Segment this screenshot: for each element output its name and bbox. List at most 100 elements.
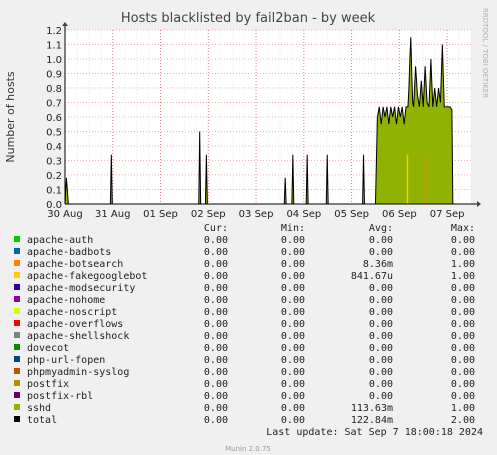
- col-min: Min:: [281, 223, 305, 234]
- legend-cur-postfix: 0.00: [204, 379, 228, 390]
- legend-avg-postfix: 0.00: [369, 379, 393, 390]
- legend-max-sshd: 1.00: [451, 403, 475, 414]
- legend-avg-sshd: 113.63m: [351, 403, 393, 414]
- legend-min-sshd: 0.00: [281, 403, 305, 414]
- chart: Hosts blacklisted by fail2ban - by week …: [0, 0, 497, 455]
- legend-name-apache-noscript: apache-noscript: [27, 307, 117, 318]
- chart-title: Hosts blacklisted by fail2ban - by week: [121, 11, 376, 26]
- legend-cur-apache-modsecurity: 0.00: [204, 283, 228, 294]
- legend-max-apache-auth: 0.00: [451, 235, 475, 246]
- legend-avg-phpmyadmin-syslog: 0.00: [369, 367, 393, 378]
- y-axis-label: Number of hosts: [4, 71, 17, 163]
- legend-min-apache-badbots: 0.00: [281, 247, 305, 258]
- legend-avg-apache-auth: 0.00: [369, 235, 393, 246]
- y-tick-label: 0.9: [46, 70, 62, 81]
- legend-swatch-apache-fakegooglebot: [14, 272, 20, 278]
- legend-max-php-url-fopen: 0.00: [451, 355, 475, 366]
- y-tick-label: 0.3: [46, 157, 62, 168]
- last-update: Last update: Sat Sep 7 18:00:18 2024: [266, 427, 483, 438]
- legend-avg-apache-overflows: 0.00: [369, 319, 393, 330]
- col-avg: Avg:: [369, 223, 393, 234]
- legend-cur-apache-shellshock: 0.00: [204, 331, 228, 342]
- y-tick-label: 0.2: [46, 171, 62, 182]
- legend-max-apache-badbots: 0.00: [451, 247, 475, 258]
- side-label: RRDTOOL / TOBI OETIKER: [481, 8, 489, 98]
- legend-swatch-apache-badbots: [14, 248, 20, 254]
- legend-min-apache-shellshock: 0.00: [281, 331, 305, 342]
- legend-min-apache-fakegooglebot: 0.00: [281, 271, 305, 282]
- legend-swatch-postfix: [14, 380, 20, 386]
- legend-swatch-postfix-rbl: [14, 392, 20, 398]
- legend-min-phpmyadmin-syslog: 0.00: [281, 367, 305, 378]
- legend-avg-total: 122.84m: [351, 415, 393, 426]
- y-tick-label: 1.2: [46, 26, 62, 37]
- legend-cur-apache-fakegooglebot: 0.00: [204, 271, 228, 282]
- legend-cur-apache-noscript: 0.00: [204, 307, 228, 318]
- legend-cur-postfix-rbl: 0.00: [204, 391, 228, 402]
- legend-min-apache-noscript: 0.00: [281, 307, 305, 318]
- legend-min-postfix-rbl: 0.00: [281, 391, 305, 402]
- x-tick-label: 06 Sep: [382, 209, 417, 220]
- x-tick-label: 31 Aug: [95, 209, 130, 220]
- y-tick-label: 1.0: [46, 55, 62, 66]
- legend-swatch-apache-nohome: [14, 296, 20, 302]
- legend-name-apache-shellshock: apache-shellshock: [27, 331, 129, 342]
- legend-name-sshd: sshd: [27, 403, 51, 414]
- legend-avg-apache-fakegooglebot: 841.67u: [351, 271, 393, 282]
- y-tick-label: 0.6: [46, 113, 62, 124]
- x-tick-label: 03 Sep: [239, 209, 274, 220]
- legend-avg-dovecot: 0.00: [369, 343, 393, 354]
- legend-swatch-apache-botsearch: [14, 260, 20, 266]
- x-tick-label: 04 Sep: [286, 209, 321, 220]
- legend-avg-php-url-fopen: 0.00: [369, 355, 393, 366]
- legend-name-dovecot: dovecot: [27, 343, 69, 354]
- legend-min-apache-nohome: 0.00: [281, 295, 305, 306]
- legend-max-apache-botsearch: 1.00: [451, 259, 475, 270]
- legend-cur-php-url-fopen: 0.00: [204, 355, 228, 366]
- legend-cur-phpmyadmin-syslog: 0.00: [204, 367, 228, 378]
- legend-swatch-apache-noscript: [14, 308, 20, 314]
- legend-cur-apache-auth: 0.00: [204, 235, 228, 246]
- legend-avg-apache-nohome: 0.00: [369, 295, 393, 306]
- legend-max-dovecot: 0.00: [451, 343, 475, 354]
- legend-swatch-dovecot: [14, 344, 20, 350]
- legend-swatch-phpmyadmin-syslog: [14, 368, 20, 374]
- legend-name-apache-nohome: apache-nohome: [27, 295, 105, 306]
- legend-swatch-apache-overflows: [14, 320, 20, 326]
- legend-max-apache-noscript: 0.00: [451, 307, 475, 318]
- legend-cur-dovecot: 0.00: [204, 343, 228, 354]
- col-cur: Cur:: [204, 223, 228, 234]
- legend-max-postfix: 0.00: [451, 379, 475, 390]
- legend-name-apache-fakegooglebot: apache-fakegooglebot: [27, 271, 147, 282]
- legend-swatch-apache-modsecurity: [14, 284, 20, 290]
- legend-cur-apache-botsearch: 0.00: [204, 259, 228, 270]
- legend-min-apache-modsecurity: 0.00: [281, 283, 305, 294]
- legend-name-php-url-fopen: php-url-fopen: [27, 355, 105, 366]
- x-tick-label: 01 Sep: [143, 209, 178, 220]
- legend-name-phpmyadmin-syslog: phpmyadmin-syslog: [27, 367, 129, 378]
- legend-avg-postfix-rbl: 0.00: [369, 391, 393, 402]
- y-tick-label: 0.1: [46, 186, 62, 197]
- legend-max-apache-nohome: 0.00: [451, 295, 475, 306]
- legend-max-total: 2.00: [451, 415, 475, 426]
- legend-max-apache-shellshock: 0.00: [451, 331, 475, 342]
- legend-cur-total: 0.00: [204, 415, 228, 426]
- x-tick-label: 30 Aug: [47, 209, 82, 220]
- legend-swatch-php-url-fopen: [14, 356, 20, 362]
- col-max: Max:: [451, 223, 475, 234]
- legend-name-postfix-rbl: postfix-rbl: [27, 391, 93, 402]
- y-tick-label: 0.8: [46, 84, 62, 95]
- legend-name-apache-botsearch: apache-botsearch: [27, 259, 123, 270]
- legend-min-apache-botsearch: 0.00: [281, 259, 305, 270]
- legend-name-apache-overflows: apache-overflows: [27, 319, 123, 330]
- legend-swatch-apache-shellshock: [14, 332, 20, 338]
- legend-name-apache-badbots: apache-badbots: [27, 247, 111, 258]
- legend-min-dovecot: 0.00: [281, 343, 305, 354]
- legend-avg-apache-botsearch: 8.36m: [363, 259, 393, 270]
- legend-name-total: total: [27, 415, 57, 426]
- x-tick-label: 05 Sep: [334, 209, 369, 220]
- footer: Munin 2.0.75: [225, 445, 271, 453]
- legend-name-apache-auth: apache-auth: [27, 235, 93, 246]
- legend-max-apache-fakegooglebot: 1.00: [451, 271, 475, 282]
- legend-max-apache-overflows: 0.00: [451, 319, 475, 330]
